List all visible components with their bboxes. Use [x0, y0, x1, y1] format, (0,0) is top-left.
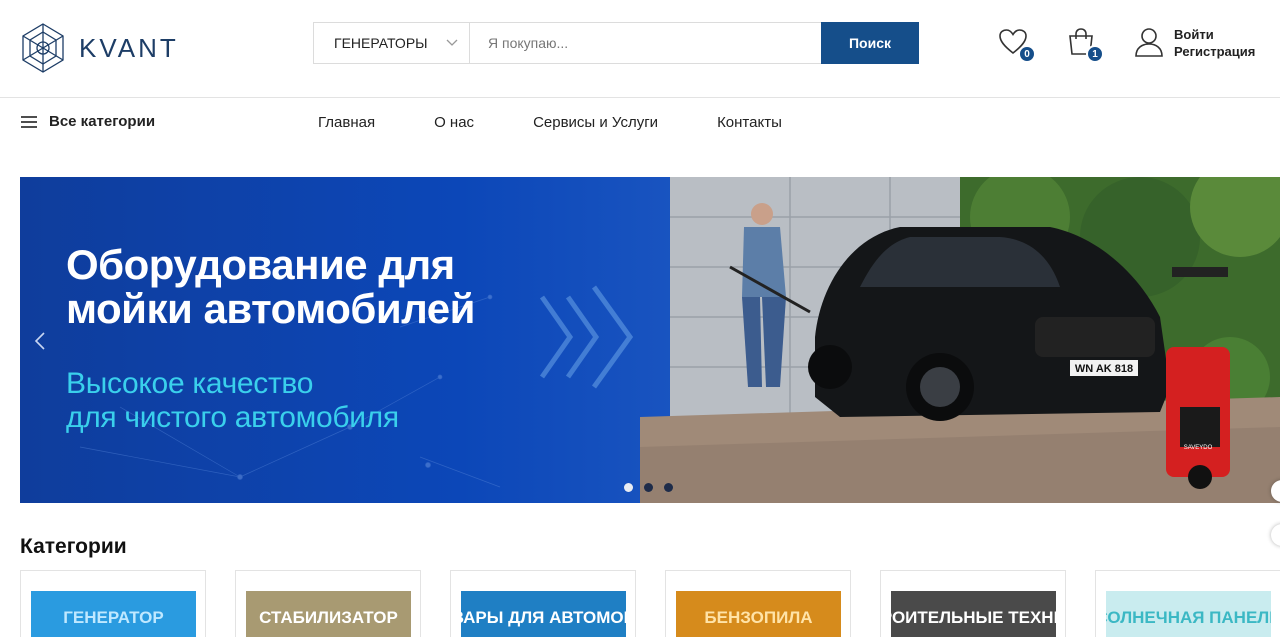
account-block[interactable]: Войти Регистрация	[1134, 26, 1255, 60]
banner-title: Оборудование для мойки автомобилей	[66, 243, 475, 331]
user-icon	[1135, 28, 1163, 57]
slider-dot-3[interactable]	[664, 483, 673, 492]
banner-illustration: WN AK 818 SAVEYDO	[79, 177, 1280, 503]
nav-links: Главная О нас Сервисы и Услуги Контакты	[318, 114, 782, 131]
slider-dot-1[interactable]	[624, 483, 633, 492]
banner-title-line2: мойки автомобилей	[66, 285, 475, 332]
nav-link-contacts[interactable]: Контакты	[717, 114, 782, 131]
logo-text: KVANT	[79, 32, 179, 63]
nav-link-about[interactable]: О нас	[434, 114, 474, 131]
slider-dots	[624, 483, 684, 492]
category-card-image: СОЛНЕЧНАЯ ПАНЕЛЬ	[1106, 591, 1271, 637]
cart-button[interactable]: 1	[1066, 27, 1104, 63]
category-card[interactable]: БЕНЗОПИЛА	[665, 570, 851, 637]
banner-title-line1: Оборудование для	[66, 241, 455, 288]
category-card-image: ГЕНЕРАТОР	[31, 591, 196, 637]
chevron-left-icon[interactable]	[32, 329, 48, 353]
kvant-logo-icon	[22, 23, 64, 73]
category-card[interactable]: СОЛНЕЧНАЯ ПАНЕЛЬ	[1095, 570, 1280, 637]
category-card[interactable]: ТОВАРЫ ДЛЯ АВТОМОЙКА	[450, 570, 636, 637]
site-header: KVANT ГЕНЕРАТОРЫ Поиск 0 1 Войти Регистр…	[0, 0, 1280, 98]
register-link[interactable]: Регистрация	[1174, 43, 1255, 60]
search-bar: ГЕНЕРАТОРЫ Поиск	[313, 22, 919, 64]
category-card[interactable]: СТРОИТЕЛЬНЫЕ ТЕХНИКИ	[880, 570, 1066, 637]
category-card-image: ТОВАРЫ ДЛЯ АВТОМОЙКА	[461, 591, 626, 637]
categories-title: Категории	[20, 535, 127, 558]
category-card[interactable]: ГЕНЕРАТОР	[20, 570, 206, 637]
search-button[interactable]: Поиск	[821, 22, 919, 64]
all-categories-button[interactable]: Все категории	[20, 113, 155, 130]
washer-brand: SAVEYDO	[1184, 445, 1213, 451]
category-card-image: БЕНЗОПИЛА	[676, 591, 841, 637]
nav-link-services[interactable]: Сервисы и Услуги	[533, 114, 658, 131]
search-category-select[interactable]: ГЕНЕРАТОРЫ	[314, 23, 470, 63]
category-card-image: СТАБИЛИЗАТОР	[246, 591, 411, 637]
category-card-label: СТРОИТЕЛЬНЫЕ ТЕХНИКИ	[891, 608, 1056, 627]
banner-subtitle-line1: Высокое качество	[66, 367, 314, 400]
slider-dot-2[interactable]	[644, 483, 653, 492]
login-link[interactable]: Войти	[1174, 26, 1255, 43]
wishlist-count-badge: 0	[1018, 45, 1036, 63]
category-card-label: БЕНЗОПИЛА	[704, 608, 813, 627]
logo[interactable]: KVANT	[19, 22, 179, 74]
category-card-label: СТАБИЛИЗАТОР	[259, 608, 398, 627]
category-card-label: ГЕНЕРАТОР	[63, 608, 164, 627]
cart-count-badge: 1	[1086, 45, 1104, 63]
banner-subtitle: Высокое качество для чистого автомобиля	[66, 367, 399, 435]
hero-banner[interactable]: WN AK 818 SAVEYDO Оборудование для мойки…	[20, 177, 1280, 503]
license-plate: WN AK 818	[1075, 363, 1133, 375]
wishlist-button[interactable]: 0	[998, 27, 1036, 63]
chevron-down-icon	[446, 39, 458, 46]
all-categories-label: Все категории	[49, 113, 156, 130]
search-input[interactable]	[470, 23, 821, 63]
category-card-label: ТОВАРЫ ДЛЯ АВТОМОЙКА	[461, 608, 626, 627]
category-cards: ГЕНЕРАТОР СТАБИЛИЗАТОР ТОВАРЫ ДЛЯ АВТОМОЙК…	[20, 570, 1280, 637]
category-card-label: СОЛНЕЧНАЯ ПАНЕЛЬ	[1106, 608, 1271, 627]
account-links: Войти Регистрация	[1174, 26, 1255, 60]
search-category-label: ГЕНЕРАТОРЫ	[334, 35, 428, 51]
nav-link-home[interactable]: Главная	[318, 114, 375, 131]
main-nav: Все категории Главная О нас Сервисы и Ус…	[0, 99, 1280, 147]
menu-icon	[21, 115, 37, 128]
chat-widget-button[interactable]	[1271, 524, 1280, 546]
category-card[interactable]: СТАБИЛИЗАТОР	[235, 570, 421, 637]
banner-subtitle-line2: для чистого автомобиля	[66, 401, 399, 434]
category-card-image: СТРОИТЕЛЬНЫЕ ТЕХНИКИ	[891, 591, 1056, 637]
